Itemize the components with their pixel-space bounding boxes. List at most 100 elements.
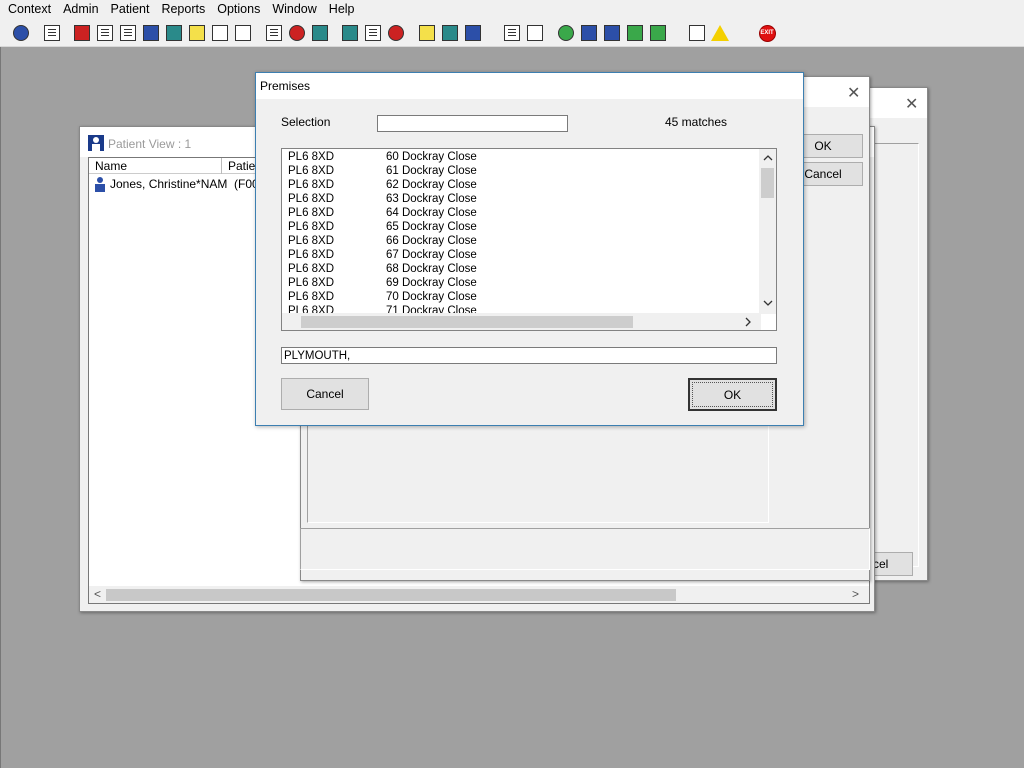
close-icon[interactable]: ✕: [905, 94, 918, 113]
premises-postcode: PL6 8XD: [288, 263, 335, 275]
premises-row[interactable]: PL6 8XD 62 Dockray Close: [288, 178, 477, 192]
close-icon[interactable]: ✕: [847, 83, 860, 102]
edit-document-icon[interactable]: [95, 23, 115, 43]
premises-postcode: PL6 8XD: [288, 249, 335, 261]
premises-address: 62 Dockray Close: [386, 179, 477, 191]
menu-window[interactable]: Window: [264, 2, 320, 16]
premises-address: 64 Dockray Close: [386, 207, 477, 219]
page-icon[interactable]: [502, 23, 522, 43]
patient-list-hscrollbar[interactable]: < >: [89, 586, 869, 603]
bar-chart-icon[interactable]: [525, 23, 545, 43]
bed-icon[interactable]: [440, 23, 460, 43]
letter-m-icon[interactable]: [141, 23, 161, 43]
premises-postcode: PL6 8XD: [288, 193, 335, 205]
exit-icon[interactable]: EXIT: [757, 23, 777, 43]
premises-postcode: PL6 8XD: [288, 207, 335, 219]
premises-row[interactable]: PL6 8XD 60 Dockray Close: [288, 150, 477, 164]
premises-titlebar: Premises: [256, 73, 803, 99]
premises-postcode: PL6 8XD: [288, 165, 335, 177]
premises-row[interactable]: PL6 8XD 69 Dockray Close: [288, 276, 477, 290]
premises-row[interactable]: PL6 8XD 61 Dockray Close: [288, 164, 477, 178]
menu-context[interactable]: Context: [0, 2, 55, 16]
premises-address: 67 Dockray Close: [386, 249, 477, 261]
premises-address: 68 Dockray Close: [386, 263, 477, 275]
list-icon[interactable]: [118, 23, 138, 43]
user-group-icon[interactable]: [463, 23, 483, 43]
transfer-icon[interactable]: [687, 23, 707, 43]
premises-row[interactable]: PL6 8XD 63 Dockray Close: [288, 192, 477, 206]
menu-admin[interactable]: Admin: [55, 2, 102, 16]
scroll-down-icon[interactable]: [763, 299, 773, 307]
premises-cancel-button[interactable]: Cancel: [281, 378, 369, 410]
clinician-icon[interactable]: [164, 23, 184, 43]
no-entry-icon[interactable]: [386, 23, 406, 43]
green-arrow-icon[interactable]: [625, 23, 645, 43]
premises-row[interactable]: PL6 8XD 70 Dockray Close: [288, 290, 477, 304]
menu-bar: Context Admin Patient Reports Options Wi…: [0, 0, 1024, 18]
background-dialog-1-panel: [871, 143, 919, 567]
menu-reports[interactable]: Reports: [153, 2, 209, 16]
premises-address: 69 Dockray Close: [386, 277, 477, 289]
patient-view-title: Patient View : 1: [108, 137, 192, 151]
scroll-right-icon[interactable]: >: [852, 586, 859, 603]
premises-vscrollbar[interactable]: [759, 149, 776, 314]
premises-row[interactable]: PL6 8XD 68 Dockray Close: [288, 262, 477, 276]
patient-icon: [95, 177, 105, 192]
selection-input[interactable]: [377, 115, 568, 132]
patient-view-icon: [88, 135, 104, 151]
search-document-icon[interactable]: [264, 23, 284, 43]
menu-help[interactable]: Help: [321, 2, 359, 16]
refresh-icon[interactable]: [648, 23, 668, 43]
premises-postcode: PL6 8XD: [288, 221, 335, 233]
premises-address: 60 Dockray Close: [386, 151, 477, 163]
premises-postcode: PL6 8XD: [288, 151, 335, 163]
warning-icon[interactable]: [710, 23, 730, 43]
monitor-icon[interactable]: [310, 23, 330, 43]
premises-address: 66 Dockray Close: [386, 235, 477, 247]
premises-address: 70 Dockray Close: [386, 291, 477, 303]
premises-row[interactable]: PL6 8XD 67 Dockray Close: [288, 248, 477, 262]
notes-icon[interactable]: [187, 23, 207, 43]
scroll-thumb[interactable]: [106, 589, 676, 601]
down-arrow-icon[interactable]: [602, 23, 622, 43]
toolbar: EXIT: [0, 18, 1024, 47]
premises-list[interactable]: PL6 8XD 60 Dockray Close PL6 8XD 61 Dockray…: [281, 148, 777, 331]
menu-options[interactable]: Options: [209, 2, 264, 16]
globe-icon[interactable]: [556, 23, 576, 43]
premises-row[interactable]: PL6 8XD 66 Dockray Close: [288, 234, 477, 248]
form-icon[interactable]: [363, 23, 383, 43]
video-icon[interactable]: [233, 23, 253, 43]
check-list-icon[interactable]: [579, 23, 599, 43]
column-name[interactable]: Name: [89, 158, 222, 174]
printer-icon[interactable]: [42, 23, 62, 43]
premises-address: 65 Dockray Close: [386, 221, 477, 233]
scroll-up-icon[interactable]: [763, 154, 773, 162]
premises-title: Premises: [260, 79, 311, 93]
hscroll-thumb[interactable]: [301, 316, 633, 328]
selection-label: Selection: [281, 115, 331, 129]
match-count: 45 matches: [665, 115, 728, 129]
patient-name: Jones, Christine*NAM...: [110, 177, 228, 191]
patient-icon[interactable]: [11, 23, 31, 43]
scroll-left-icon[interactable]: <: [94, 586, 101, 603]
camera-icon[interactable]: [210, 23, 230, 43]
clock-icon[interactable]: [287, 23, 307, 43]
premises-hscrollbar[interactable]: [282, 313, 761, 330]
premises-rows: PL6 8XD 60 Dockray Close PL6 8XD 61 Dockray…: [288, 150, 477, 318]
premises-address: 63 Dockray Close: [386, 193, 477, 205]
premises-postcode: PL6 8XD: [288, 277, 335, 289]
vscroll-thumb[interactable]: [761, 168, 774, 198]
patient-row[interactable]: Jones, Christine*NAM... (F000: [89, 176, 265, 192]
menu-patient[interactable]: Patient: [103, 2, 154, 16]
premises-ok-button[interactable]: OK: [688, 378, 777, 411]
premises-postcode: PL6 8XD: [288, 179, 335, 191]
premises-row[interactable]: PL6 8XD 64 Dockray Close: [288, 206, 477, 220]
premises-row[interactable]: PL6 8XD 65 Dockray Close: [288, 220, 477, 234]
town-field[interactable]: [281, 347, 777, 364]
memo-icon[interactable]: [417, 23, 437, 43]
book-icon[interactable]: [72, 23, 92, 43]
scroll-right-icon[interactable]: [744, 317, 752, 327]
screen-icon[interactable]: [340, 23, 360, 43]
premises-address: 61 Dockray Close: [386, 165, 477, 177]
premises-dialog: Premises Selection 45 matches PL6 8XD 60 …: [255, 72, 804, 426]
